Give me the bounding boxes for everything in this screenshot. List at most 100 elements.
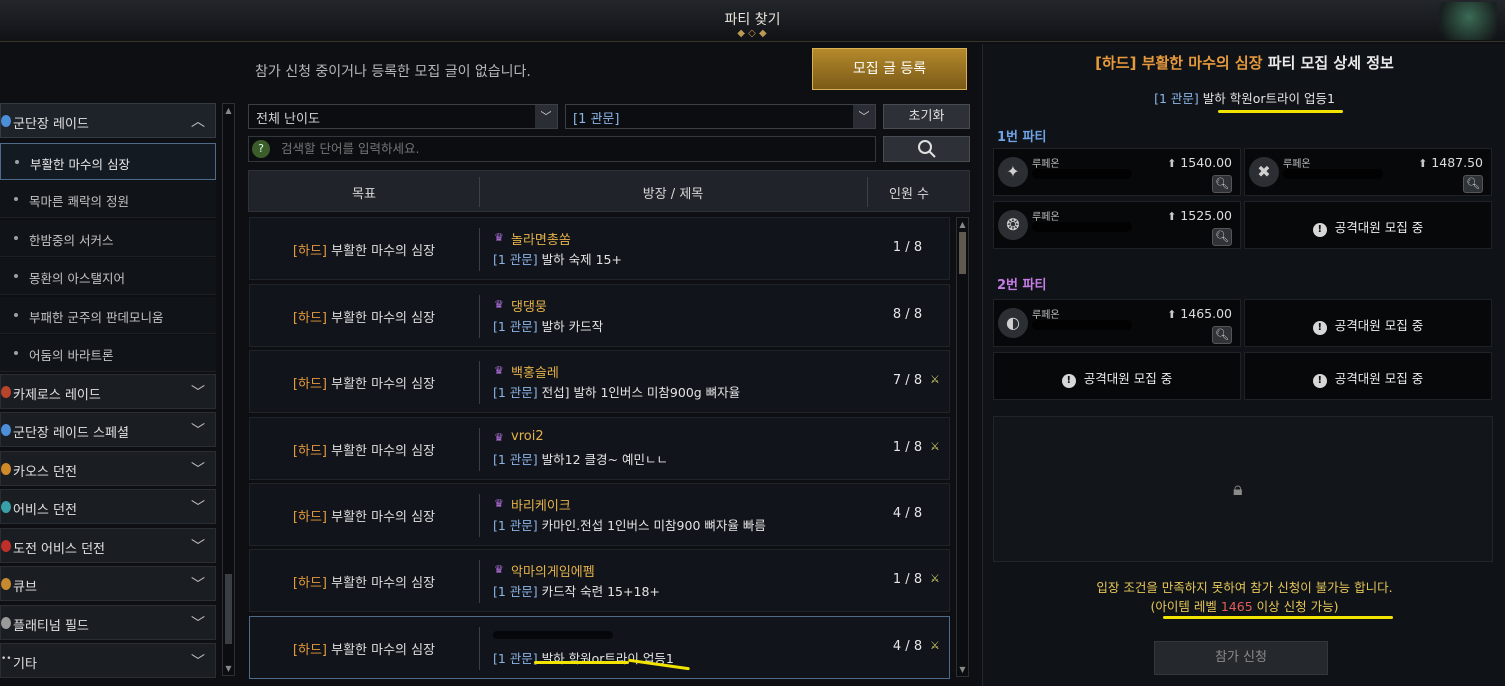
redacted-name (1032, 320, 1132, 330)
sidebar-item-garden[interactable]: 목마른 쾌락의 정원 (0, 181, 216, 218)
chevron-down-icon: ﹀ (191, 385, 205, 401)
row-gate: [1 관문] (493, 651, 538, 666)
corner-decoration-icon (1427, 2, 1497, 40)
inspect-button[interactable]: 🔍︎ (1212, 175, 1232, 193)
party-member-slot[interactable]: ◐ 루페온 ⬆ 1465.00 🔍︎ (993, 299, 1241, 347)
category-label: 카오스 던전 (13, 465, 77, 480)
row-subject-text: 발하 카드작 (537, 319, 604, 334)
row-subject-text: 카드작 숙련 15+18+ (537, 584, 660, 599)
platinum-icon (1, 617, 11, 629)
crown-icon: ♛ (494, 497, 504, 510)
category-abyss-dungeon[interactable]: 어비스 던전 ﹀ (0, 489, 216, 524)
inspect-button[interactable]: 🔍︎ (1463, 175, 1483, 193)
scroll-up-icon[interactable]: ▲ (224, 106, 233, 115)
row-leader: 바리케이크 (511, 499, 571, 514)
bullet-icon (14, 236, 18, 240)
search-input[interactable] (281, 141, 841, 156)
bullet-icon (14, 351, 18, 355)
header-count: 인원 수 (888, 187, 929, 202)
category-label: 플래티넘 필드 (13, 619, 89, 634)
row-raid-name: 부활한 마수의 심장 (331, 576, 436, 591)
row-member-count: 1 / 8 (892, 440, 923, 455)
inspect-button[interactable]: 🔍︎ (1212, 326, 1232, 344)
redacted-name (1032, 169, 1132, 179)
sidebar-item-baratron[interactable]: 어둠의 바라트론 (0, 335, 216, 372)
crown-icon: ♛ (494, 431, 504, 444)
category-legion-special[interactable]: 군단장 레이드 스페셜 ﹀ (0, 412, 216, 447)
sidebar-item-circus[interactable]: 한밤중의 서커스 (0, 220, 216, 257)
table-row[interactable]: [하드] 부활한 마수의 심장 ♛ 악마의게임에펨 [1 관문] 카드작 숙련 15+… (249, 549, 950, 612)
header-leader-title: 방장 / 제목 (642, 187, 704, 202)
party-member-slot[interactable]: ✦ 루페온 ⬆ 1540.00 🔍︎ (993, 148, 1241, 196)
member-ilvl-value: 1540.00 (1180, 155, 1232, 170)
annotation-underline (534, 661, 629, 664)
redacted-name (1283, 169, 1383, 179)
challenge-abyss-icon (1, 540, 11, 552)
list-scrollbar[interactable]: ▲ ▼ (956, 217, 969, 677)
category-kazeros-raid[interactable]: 카제로스 레이드 ﹀ (0, 374, 216, 409)
category-etc[interactable]: •• 기타 ﹀ (0, 643, 216, 678)
table-row[interactable]: [하드] 부활한 마수의 심장 [1 관문] 발하 학원or트라이 업등1 4 / … (249, 616, 950, 679)
scroll-thumb[interactable] (959, 232, 966, 274)
recruiting-text: 공격대원 모집 중 (1083, 371, 1173, 386)
gate-value: [1 관문] (573, 112, 620, 127)
sidebar-scrollbar[interactable]: ▲ ▼ (222, 103, 235, 676)
row-subject: [1 관문] 전섭] 발하 1인버스 미참900g 뼈자율 (493, 382, 740, 401)
difficulty-select[interactable]: 전체 난이도 ﹀ (248, 104, 558, 129)
window-titlebar: 파티 찾기 ◆ ◇ ◆ (0, 0, 1505, 42)
row-member-count: 1 / 8 (892, 572, 923, 587)
category-cube[interactable]: 큐브 ﹀ (0, 566, 216, 601)
party-member-slot[interactable]: ✖ 루페온 ⬆ 1487.50 🔍︎ (1244, 148, 1492, 196)
sidebar-item-pandemonium[interactable]: 부패한 군주의 판데모니움 (0, 297, 216, 334)
search-button[interactable] (883, 136, 970, 162)
table-row[interactable]: [하드] 부활한 마수의 심장 ♛ 바리케이크 [1 관문] 카마인.전섭 1인버스 … (249, 483, 950, 546)
scroll-down-icon[interactable]: ▼ (958, 665, 967, 674)
category-challenge-abyss[interactable]: 도전 어비스 던전 ﹀ (0, 528, 216, 563)
chevron-down-icon: ﹀ (191, 654, 205, 670)
row-subject: [1 관문] 카마인.전섭 1인버스 미참900 뼈자율 빠름 (493, 515, 766, 534)
crown-icon: ♛ (494, 563, 504, 576)
abyss-icon (1, 501, 11, 513)
scroll-thumb[interactable] (225, 574, 232, 644)
sidebar-item-astalgia[interactable]: 몽환의 아스탤지어 (0, 258, 216, 295)
row-subject: [1 관문] 카드작 숙련 15+18+ (493, 581, 660, 600)
gate-select[interactable]: [1 관문] ﹀ (565, 104, 876, 129)
row-divider (479, 627, 480, 670)
table-row[interactable]: [하드] 부활한 마수의 심장 ♛ 백홍슬레 [1 관문] 전섭] 발하 1인버스 미… (249, 350, 950, 413)
register-post-button[interactable]: 모집 글 등록 (812, 48, 967, 90)
row-leader: 댕댕뭉 (511, 300, 547, 315)
help-icon[interactable]: ? (252, 140, 270, 158)
member-item-level: ⬆ 1540.00 (1167, 155, 1232, 170)
row-member-count: 8 / 8 (892, 307, 923, 322)
entry-warning: 입장 조건을 만족하지 못하여 참가 신청이 불가능 합니다. (1096, 580, 1393, 595)
empty-slot: ! 공격대원 모집 중 (1244, 352, 1492, 400)
bullet-icon (14, 313, 18, 317)
category-platinum-field[interactable]: 플래티넘 필드 ﹀ (0, 605, 216, 640)
apply-button[interactable]: 참가 신청 (1154, 641, 1328, 675)
item-level-icon: ⬆ (1167, 308, 1177, 321)
annotation-underline (1163, 616, 1393, 619)
detail-title-suffix: 파티 모집 상세 정보 (1267, 54, 1394, 72)
class-emblem-icon: ✖ (1249, 157, 1279, 187)
sidebar-item-valtan-heart[interactable]: 부활한 마수의 심장 (0, 143, 216, 180)
detail-difficulty: [하드] (1095, 54, 1137, 72)
requirement-level: 1465 (1220, 599, 1253, 614)
alert-icon: ! (1312, 223, 1327, 237)
title-ornament-icon: ◆ ◇ ◆ (737, 28, 767, 39)
legion-raid-icon (1, 115, 11, 127)
category-chaos-dungeon[interactable]: 카오스 던전 ﹀ (0, 451, 216, 486)
row-gate: [1 관문] (493, 252, 538, 267)
scroll-up-icon[interactable]: ▲ (958, 220, 967, 229)
table-row[interactable]: [하드] 부활한 마수의 심장 ♛ 댕댕뭉 [1 관문] 발하 카드작 8 / 8 (249, 284, 950, 347)
party-member-slot[interactable]: ❂ 루페온 ⬆ 1525.00 🔍︎ (993, 201, 1241, 249)
chevron-down-icon: ﹀ (191, 539, 205, 555)
category-legion-raid[interactable]: 군단장 레이드 ︿ (0, 103, 216, 138)
table-row[interactable]: [하드] 부활한 마수의 심장 ♛ 놀라면총쏨 [1 관문] 발하 숙제 15+ 1 /… (249, 217, 950, 280)
table-row[interactable]: [하드] 부활한 마수의 심장 ♛ vroi2 [1 관문] 발하12 클경~ 예민ㄴ… (249, 417, 950, 480)
redacted-name (1032, 222, 1132, 232)
class-emblem-icon: ✦ (998, 157, 1028, 187)
reset-button[interactable]: 초기화 (883, 104, 970, 129)
row-difficulty: [하드] (292, 377, 327, 392)
inspect-button[interactable]: 🔍︎ (1212, 228, 1232, 246)
scroll-down-icon[interactable]: ▼ (224, 664, 233, 673)
